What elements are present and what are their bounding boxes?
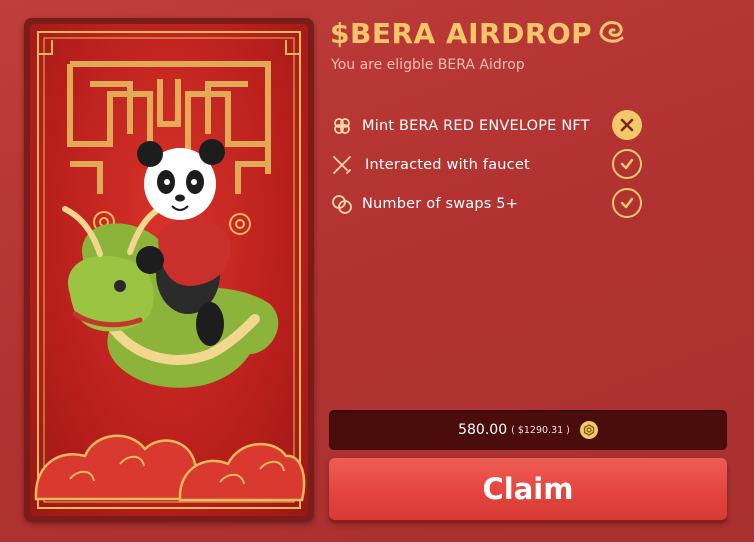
task-list: Mint BERA RED ENVELOPE NFT Interacted wi… — [330, 106, 650, 223]
dragon-icon — [596, 16, 626, 50]
task-item-swaps: Number of swaps 5+ — [330, 184, 650, 223]
coins-icon — [330, 192, 354, 216]
incomplete-x-icon — [612, 110, 642, 140]
reward-amount-bar: 580.00 ( $1290.31 ) — [329, 410, 727, 450]
eligibility-subtitle: You are eligble BERA Aidrop — [331, 57, 525, 73]
task-label: Number of swaps 5+ — [362, 195, 519, 212]
envelope-clover-icon — [330, 114, 354, 138]
reward-amount: 580.00 — [458, 422, 508, 438]
reward-usd-value: ( $1290.31 ) — [511, 424, 570, 436]
page-title: $BERA AIRDROP — [330, 16, 593, 50]
task-label: Interacted with faucet — [365, 156, 530, 173]
bera-token-icon — [579, 421, 598, 439]
task-label: Mint BERA RED ENVELOPE NFT — [362, 117, 590, 134]
red-envelope-card — [24, 18, 314, 522]
complete-check-icon — [612, 188, 642, 218]
complete-check-icon — [612, 149, 642, 179]
task-item-faucet: Interacted with faucet — [330, 145, 650, 184]
red-envelope-artwork — [30, 24, 308, 516]
task-item-mint-nft: Mint BERA RED ENVELOPE NFT — [330, 106, 650, 145]
airdrop-header: $BERA AIRDROP — [330, 16, 626, 50]
crossed-swords-icon — [330, 153, 354, 177]
claim-button[interactable]: Claim — [329, 458, 727, 520]
panda-dragon-illustration — [34, 31, 306, 509]
